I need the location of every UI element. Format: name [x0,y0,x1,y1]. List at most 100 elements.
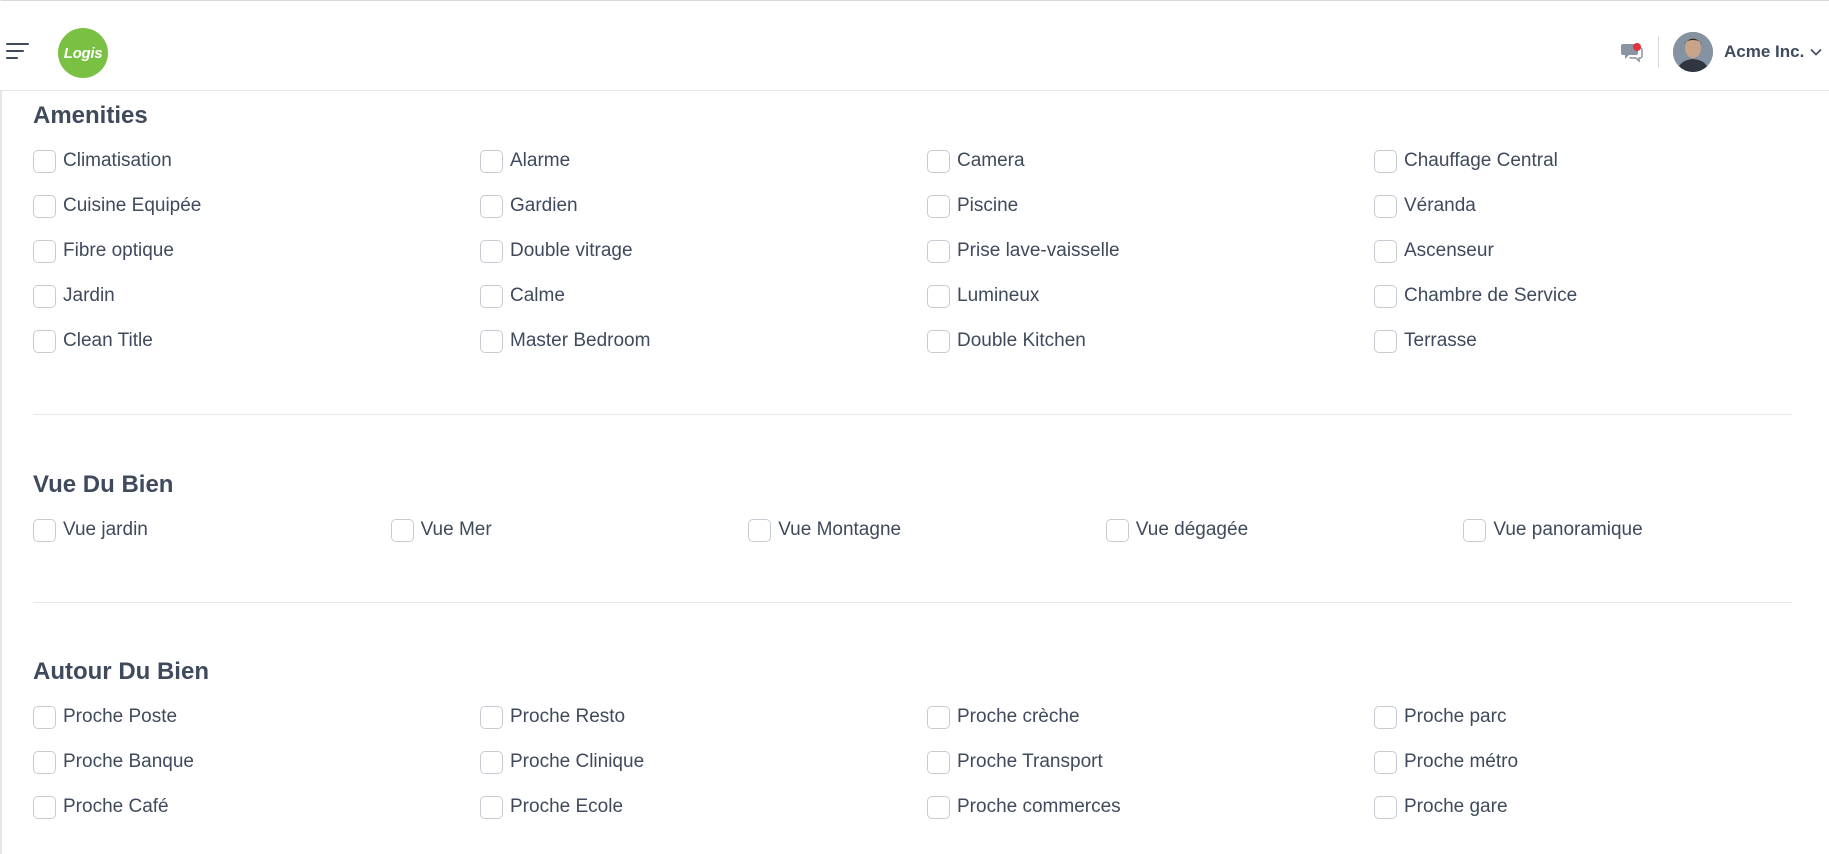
checkbox-option[interactable]: Prise lave-vaisselle [927,238,1374,264]
checkbox[interactable] [480,149,503,173]
checkbox-option[interactable]: Véranda [1374,193,1821,219]
checkbox-label: Terrasse [1404,330,1477,351]
checkbox-option[interactable]: Jardin [33,283,480,309]
checkbox[interactable] [927,149,950,173]
checkbox-option[interactable]: Proche gare [1374,794,1821,820]
checkbox-option[interactable]: Proche commerces [927,794,1374,820]
checkbox[interactable] [927,750,950,774]
checkbox[interactable] [33,518,56,542]
checkbox-option[interactable]: Proche Resto [480,704,927,730]
checkbox-label: Cuisine Equipée [63,195,202,216]
checkbox[interactable] [1374,795,1397,819]
checkbox-option[interactable]: Vue Mer [390,517,749,543]
checkbox[interactable] [480,705,503,729]
checkbox-option[interactable]: Alarme [480,148,927,174]
checkbox-label: Proche Café [63,796,169,817]
checkbox-label: Proche Poste [63,706,178,727]
checkbox-option[interactable]: Gardien [480,193,927,219]
user-name: Acme Inc. [1724,42,1805,61]
checkbox-option[interactable]: Proche Café [33,794,480,820]
checkbox-option[interactable]: Lumineux [927,283,1374,309]
checkbox[interactable] [1374,284,1397,308]
checkbox[interactable] [927,284,950,308]
checkbox[interactable] [33,149,56,173]
checkbox-option[interactable]: Double Kitchen [927,328,1374,354]
checkbox-label: Proche parc [1404,706,1507,727]
checkbox-option[interactable]: Chauffage Central [1374,148,1821,174]
checkbox[interactable] [33,194,56,218]
checkbox[interactable] [927,329,950,353]
checkbox-option[interactable]: Proche crèche [927,704,1374,730]
logo[interactable]: Logis [58,28,108,78]
checkbox[interactable] [1374,705,1397,729]
user-menu[interactable]: Acme Inc. [1673,32,1823,72]
checkbox[interactable] [480,284,503,308]
checkbox[interactable] [1374,194,1397,218]
section-title: Autour Du Bien [33,658,209,685]
checkbox-option[interactable]: Cuisine Equipée [33,193,480,219]
section-title: Amenities [33,102,148,129]
checkbox[interactable] [33,329,56,353]
checkbox[interactable] [1463,518,1487,542]
checkbox-label: Proche Resto [510,706,626,727]
checkbox[interactable] [33,705,56,729]
checkbox[interactable] [927,795,950,819]
checkbox-option[interactable]: Clean Title [33,328,480,354]
checkbox-option[interactable]: Proche Ecole [480,794,927,820]
checkbox[interactable] [1374,149,1397,173]
hamburger-menu-icon[interactable] [6,41,30,61]
checkbox-label: Proche commerces [957,796,1121,817]
checkbox-label: Proche Transport [957,751,1103,772]
checkbox[interactable] [33,284,56,308]
chevron-down-icon[interactable] [1809,45,1823,59]
vue-du-bien-section: Vue Du Bien Vue jardin Vue Mer Vue Montagn… [33,470,1792,543]
checkbox[interactable] [390,518,414,542]
checkbox-option[interactable]: Piscine [927,193,1374,219]
checkbox[interactable] [480,795,503,819]
checkbox[interactable] [1374,329,1397,353]
checkbox-option[interactable]: Proche parc [1374,704,1821,730]
checkbox-option[interactable]: Calme [480,283,927,309]
checkbox-option[interactable]: Vue panoramique [1463,517,1821,543]
checkbox-option[interactable]: Proche Clinique [480,749,927,775]
checkbox[interactable] [480,750,503,774]
checkbox-label: Proche Ecole [510,796,624,817]
checkbox-option[interactable]: Chambre de Service [1374,283,1821,309]
checkbox[interactable] [927,705,950,729]
checkbox-label: Climatisation [63,150,172,171]
checkbox[interactable] [480,239,503,263]
checkbox-option[interactable]: Fibre optique [33,238,480,264]
avatar [1673,32,1713,72]
vue-du-bien-options: Vue jardin Vue Mer Vue Montagne Vue dégagée… [33,517,1792,543]
checkbox-option[interactable]: Vue Montagne [748,517,1106,543]
checkbox-option[interactable]: Vue dégagée [1105,517,1464,543]
checkbox-option[interactable]: Ascenseur [1374,238,1821,264]
checkbox-option[interactable]: Vue jardin [33,517,391,543]
checkbox[interactable] [33,239,56,263]
checkbox-label: Ascenseur [1404,240,1494,261]
checkbox-option[interactable]: Terrasse [1374,328,1821,354]
checkbox[interactable] [33,795,56,819]
checkbox[interactable] [748,518,772,542]
checkbox[interactable] [927,194,950,218]
checkbox-option[interactable]: Master Bedroom [480,328,927,354]
checkbox-label: Véranda [1404,195,1476,216]
checkbox[interactable] [33,750,56,774]
checkbox-option[interactable]: Climatisation [33,148,480,174]
checkbox[interactable] [480,194,503,218]
checkbox-label: Proche métro [1404,751,1519,772]
checkbox-option[interactable]: Camera [927,148,1374,174]
checkbox-option[interactable]: Proche métro [1374,749,1821,775]
chat-notification-icon[interactable] [1620,39,1644,63]
checkbox-option[interactable]: Proche Banque [33,749,480,775]
checkbox-option[interactable]: Double vitrage [480,238,927,264]
checkbox[interactable] [480,329,503,353]
checkbox-label: Master Bedroom [510,330,651,351]
checkbox[interactable] [1374,750,1397,774]
checkbox-option[interactable]: Proche Poste [33,704,480,730]
checkbox-option[interactable]: Proche Transport [927,749,1374,775]
checkbox-label: Prise lave-vaisselle [957,240,1120,261]
checkbox[interactable] [1374,239,1397,263]
checkbox[interactable] [1105,518,1129,542]
checkbox[interactable] [927,239,950,263]
